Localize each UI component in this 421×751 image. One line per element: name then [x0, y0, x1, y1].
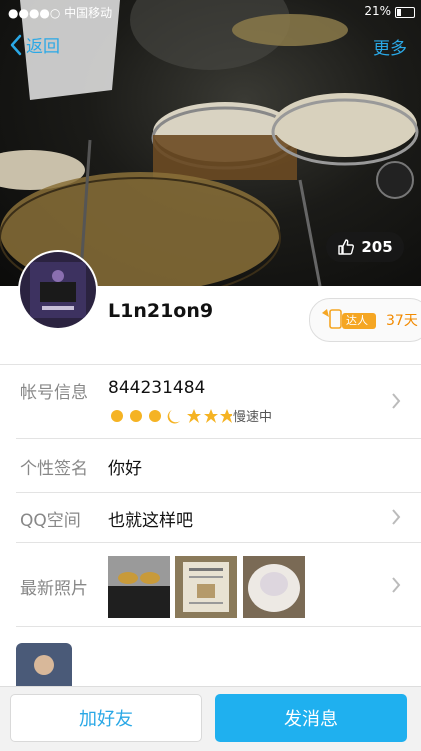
- latest-photos-label: 最新照片: [20, 579, 88, 599]
- photo-image: [243, 556, 305, 618]
- send-message-button[interactable]: 发消息: [215, 694, 407, 742]
- qq-level: 慢速中: [108, 406, 272, 425]
- chevron-right-icon: [392, 393, 401, 409]
- speed-status: 慢速中: [233, 410, 273, 425]
- like-count: 205: [361, 238, 393, 256]
- nickname: L1n21on9: [108, 300, 214, 322]
- back-button[interactable]: 返回: [10, 32, 60, 57]
- qzone-label: QQ空间: [20, 511, 81, 531]
- profile-header: L1n21on9 达人 37天: [0, 252, 421, 364]
- status-bar: ●●●●○ 中国移动 21%: [0, 0, 421, 24]
- account-info-label: 帐号信息: [20, 383, 88, 403]
- chevron-right-icon: [392, 577, 401, 593]
- expert-badge[interactable]: 达人 37天: [309, 298, 421, 342]
- photo-thumbnail[interactable]: [175, 556, 237, 618]
- photo-thumbnail[interactable]: [108, 556, 170, 618]
- nav-bar: 返回 更多: [0, 30, 421, 64]
- badge-label: 达人: [346, 314, 368, 327]
- contact-avatar[interactable]: [16, 643, 72, 687]
- avatar[interactable]: [20, 252, 96, 328]
- photo-image: [108, 556, 170, 618]
- account-info-row[interactable]: 帐号信息 844231484 慢速中: [0, 364, 421, 438]
- battery-icon: [395, 7, 415, 18]
- signature-row: 个性签名 你好: [0, 438, 421, 492]
- signature-value: 你好: [108, 459, 142, 479]
- badge-days: 37天: [386, 313, 418, 329]
- avatar-image: [20, 252, 96, 328]
- chevron-left-icon: [10, 34, 22, 55]
- signature-label: 个性签名: [20, 459, 88, 479]
- level-icons: [111, 408, 232, 423]
- qq-number: 844231484: [108, 378, 206, 398]
- like-button[interactable]: 205: [326, 232, 404, 262]
- qzone-value: 也就这样吧: [108, 511, 193, 531]
- thumbs-up-icon: [338, 239, 355, 255]
- qzone-row[interactable]: QQ空间 也就这样吧: [0, 492, 421, 542]
- add-friend-button[interactable]: 加好友: [10, 694, 202, 742]
- photo-image: [175, 556, 237, 618]
- back-label: 返回: [26, 37, 60, 57]
- bottom-action-bar: 加好友 发消息: [0, 686, 421, 751]
- contact-avatar-image: [16, 643, 72, 687]
- chevron-right-icon: [392, 509, 401, 525]
- photo-thumbnail[interactable]: [243, 556, 305, 618]
- battery-percent: 21%: [364, 4, 391, 18]
- more-button[interactable]: 更多: [373, 34, 407, 59]
- cover-photo[interactable]: ●●●●○ 中国移动 21% 返回 更多 205: [0, 0, 421, 286]
- divider: [16, 626, 421, 627]
- carrier-label: ●●●●○ 中国移动: [8, 6, 113, 20]
